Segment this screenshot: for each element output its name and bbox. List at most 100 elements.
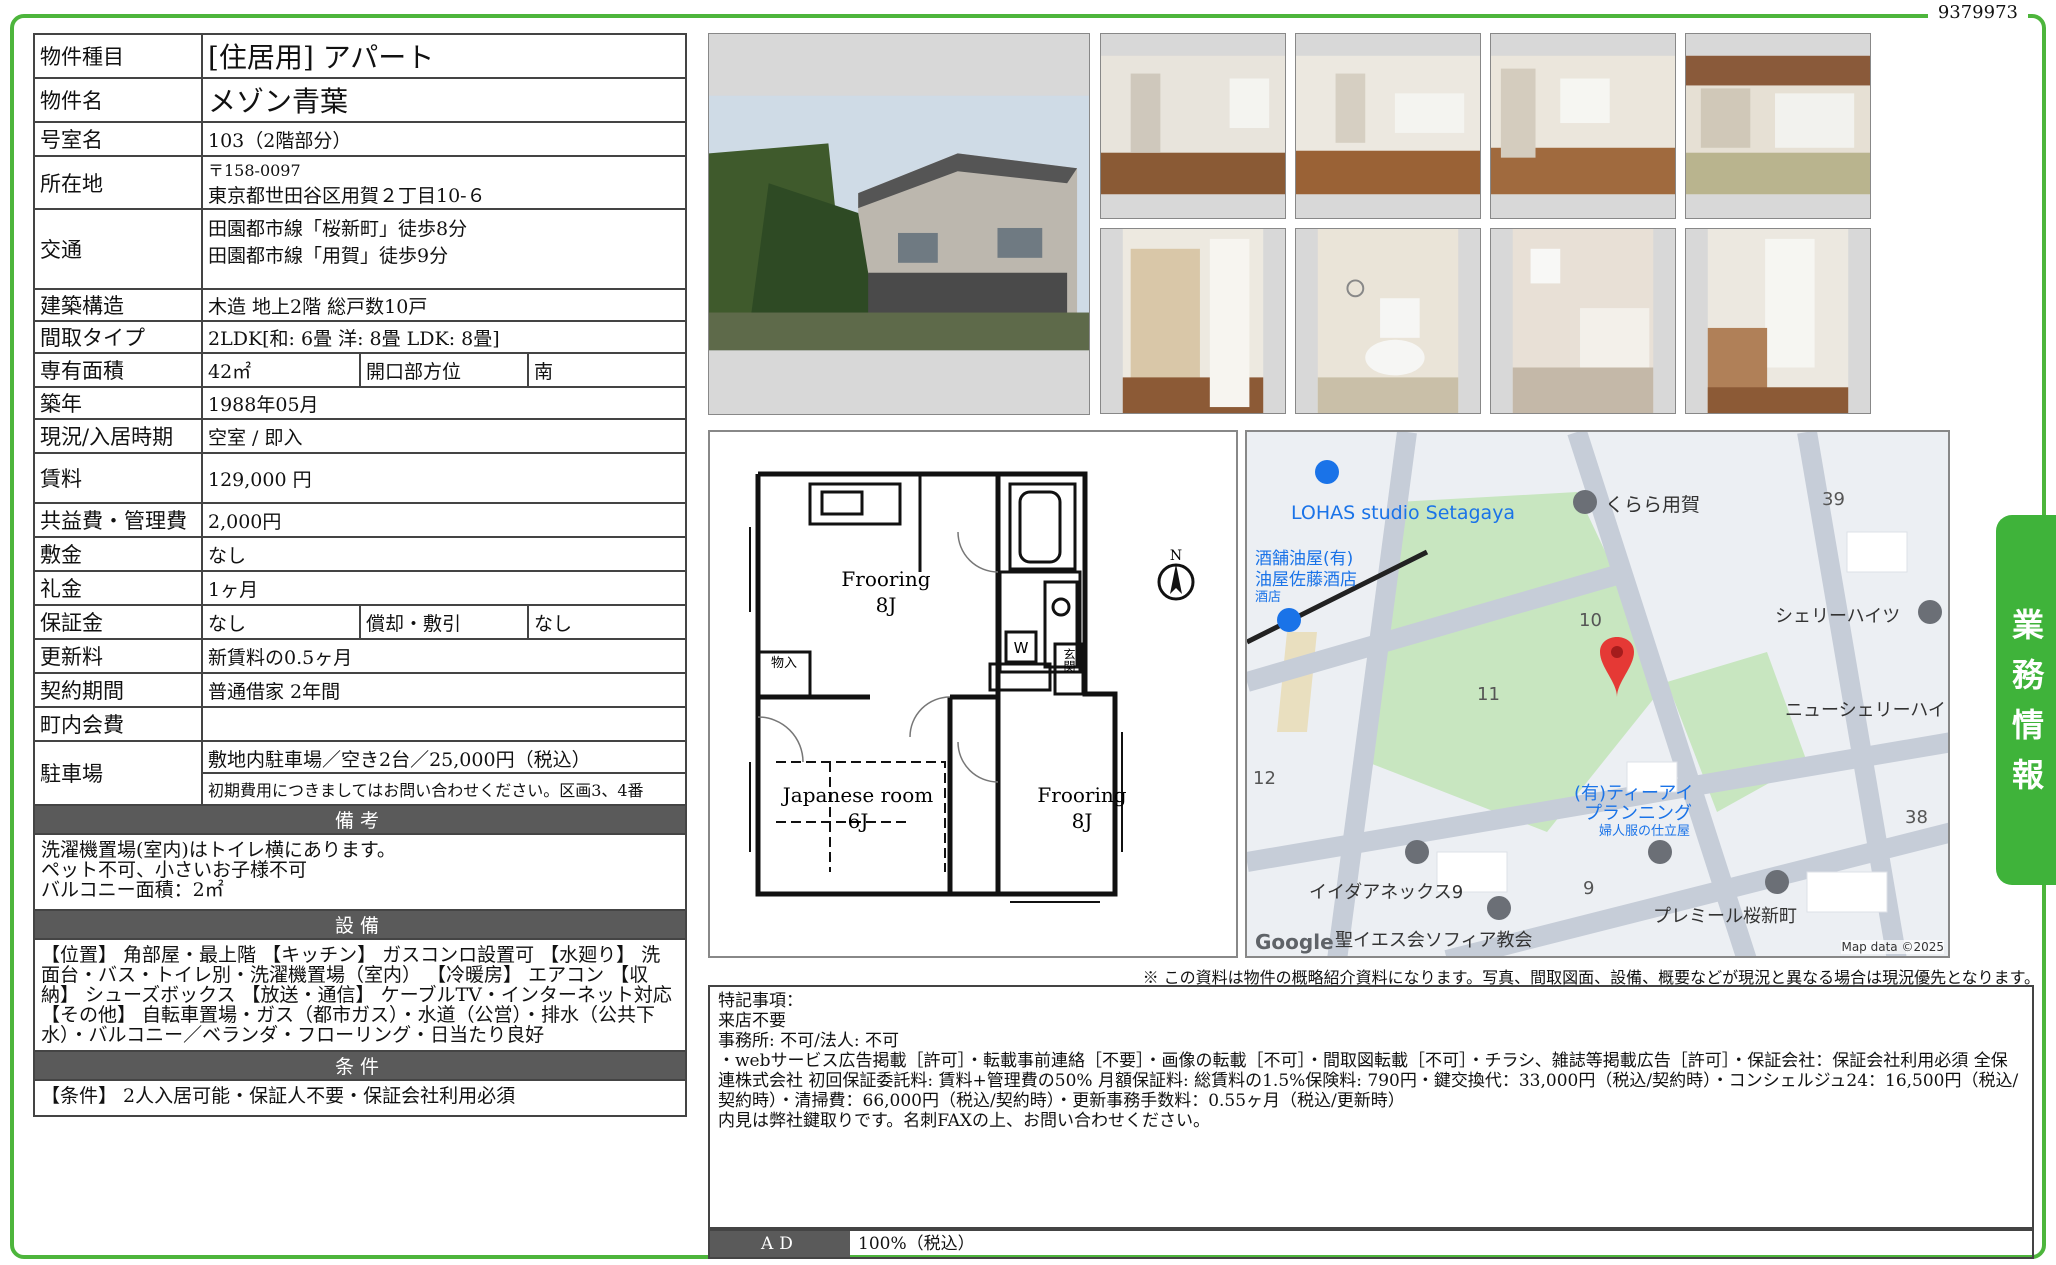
remarks-header: 備考 xyxy=(33,804,687,835)
room1-size: 8J xyxy=(876,593,897,617)
toilet-photo[interactable] xyxy=(1295,228,1481,414)
fee-value: 2,000円 xyxy=(201,502,687,538)
address-value: 東京都世田谷区用賀２丁目10-６ xyxy=(208,185,486,207)
side-tab-business-info[interactable]: 業務情報 xyxy=(1996,515,2056,885)
deposit-value: なし xyxy=(201,536,687,572)
community-fee-value xyxy=(201,706,687,742)
interior-photo-1[interactable] xyxy=(1100,33,1286,219)
map-attribution: Map data ©2025 xyxy=(1841,940,1944,954)
interior-photo-2[interactable] xyxy=(1295,33,1481,219)
map-label-iida: イイダアネックス9 xyxy=(1309,882,1464,903)
ad-row: AD 100%（税込） xyxy=(708,1229,2034,1259)
interior-photo-1-image xyxy=(1101,34,1285,218)
storage-label: 物入 xyxy=(771,656,797,671)
built-label: 築年 xyxy=(33,386,203,420)
special-notes: 特記事項： 来店不要 事務所: 不可/法人: 不可 ・webサービス広告掲載［許… xyxy=(708,985,2034,1229)
exterior-photo[interactable] xyxy=(708,33,1090,415)
address-label: 所在地 xyxy=(33,155,203,210)
fee-label: 共益費・管理費 xyxy=(33,502,203,538)
structure-value: 木造 地上2階 総戸数10戸 xyxy=(201,288,687,322)
status-value: 空室 / 即入 xyxy=(201,418,687,454)
room3-label: Frooring xyxy=(1037,783,1126,807)
map-label-lohas: LOHAS studio Setagaya xyxy=(1291,502,1516,524)
interior-photo-5-image xyxy=(1101,229,1285,413)
type-label: 物件種目 xyxy=(33,33,203,79)
map-label-38: 38 xyxy=(1905,807,1928,828)
layout-label: 間取タイプ xyxy=(33,320,203,354)
interior-photo-3[interactable] xyxy=(1490,33,1676,219)
key-money-value: 1ヶ月 xyxy=(201,570,687,606)
map-label-9: 9 xyxy=(1583,878,1595,899)
guarantee-value: なし xyxy=(201,604,361,640)
area-label: 専有面積 xyxy=(33,352,203,388)
transport-label: 交通 xyxy=(33,208,203,290)
map-label-premier: プレミール桜新町 xyxy=(1653,906,1797,927)
bathroom-photo[interactable] xyxy=(1490,228,1676,414)
room-label: 号室名 xyxy=(33,121,203,157)
location-map[interactable]: LOHAS studio Setagaya くらら用賀 39 酒舗油屋(有) 油… xyxy=(1245,430,1950,958)
floor-plan[interactable]: N Frooring 8J Japanese room 6J Frooring … xyxy=(708,430,1238,958)
floor-plan-drawing: N Frooring 8J Japanese room 6J Frooring … xyxy=(749,471,1195,903)
parking-cell: 敷地内駐車場／空き2台／25,000円（税込） 初期費用につきましてはお問い合わせ… xyxy=(201,740,687,806)
special-line-4: ・webサービス広告掲載［許可］・転載事前連絡［不要］・画像の転載［不可］・間取… xyxy=(718,1051,2019,1111)
parking-line-1: 敷地内駐車場／空き2台／25,000円（税込） xyxy=(204,743,684,774)
renewal-label: 更新料 xyxy=(33,638,203,674)
orientation-label: 開口部方位 xyxy=(359,352,529,388)
deposit-label: 敷金 xyxy=(33,536,203,572)
washer-label: W xyxy=(1014,639,1029,657)
orientation-value: 南 xyxy=(527,352,687,388)
rent-label: 賃料 xyxy=(33,452,203,504)
remarks-text: 洗濯機置場(室内)はトイレ横にあります。 ペット不可、小さいお子様不可 バルコニ… xyxy=(33,833,687,911)
entrance-photo-image xyxy=(1686,229,1870,413)
conditions-text: 【条件】 2人入居可能・保証人不要・保証会社利用必須 xyxy=(33,1079,687,1117)
map-label-church: 聖イエス会ソフィア教会 xyxy=(1335,930,1533,951)
equipment-header: 設備 xyxy=(33,909,687,940)
rent-value: 129,000 円 xyxy=(201,452,687,504)
bathroom-photo-image xyxy=(1491,229,1675,413)
google-logo: Google xyxy=(1255,930,1334,954)
room1-label: Frooring xyxy=(841,567,930,591)
interior-photo-4-image xyxy=(1686,34,1870,218)
conditions-header: 条件 xyxy=(33,1050,687,1081)
parking-label: 駐車場 xyxy=(33,740,203,806)
ad-label: AD xyxy=(710,1231,850,1257)
structure-label: 建築構造 xyxy=(33,288,203,322)
entrance-label: 玄関 xyxy=(1062,647,1076,672)
amortization-value: なし xyxy=(527,604,687,640)
special-line-1: 特記事項： xyxy=(718,991,803,1011)
map-label-12: 12 xyxy=(1253,768,1276,789)
map-label-10: 10 xyxy=(1579,610,1602,631)
equipment-text: 【位置】 角部屋・最上階 【キッチン】 ガスコンロ設置可 【水廻り】 洗面台・バ… xyxy=(33,938,687,1052)
contract-value: 普通借家 2年間 xyxy=(201,672,687,708)
layout-value: 2LDK[和: 6畳 洋: 8畳 LDK: 8畳] xyxy=(201,320,687,354)
built-value: 1988年05月 xyxy=(201,386,687,420)
transport-line-1: 田園都市線「桜新町」徒歩8分 xyxy=(208,218,468,240)
north-label: N xyxy=(1170,548,1182,564)
name-label: 物件名 xyxy=(33,77,203,123)
exterior-photo-image xyxy=(709,34,1089,414)
special-line-3: 事務所: 不可/法人: 不可 xyxy=(718,1031,899,1051)
contract-label: 契約期間 xyxy=(33,672,203,708)
transport-line-2: 田園都市線「用賀」徒歩9分 xyxy=(208,245,449,267)
entrance-photo[interactable] xyxy=(1685,228,1871,414)
parking-line-2: 初期費用につきましてはお問い合わせください。区画3、4番 xyxy=(208,781,644,800)
status-label: 現況/入居時期 xyxy=(33,418,203,454)
map-label-sherry: シェリーハイツ xyxy=(1775,606,1901,627)
map-label-ti-3: 婦人服の仕立屋 xyxy=(1599,824,1691,839)
special-line-2: 来店不要 xyxy=(718,1011,786,1031)
map-label-sake-3: 酒店 xyxy=(1255,590,1282,605)
interior-photo-5[interactable] xyxy=(1100,228,1286,414)
interior-photo-4[interactable] xyxy=(1685,33,1871,219)
ad-value: 100%（税込） xyxy=(858,1234,975,1254)
amortization-label: 償却・敷引 xyxy=(359,604,529,640)
room2-label: Japanese room xyxy=(781,783,933,807)
map-label-39: 39 xyxy=(1822,489,1845,510)
guarantee-label: 保証金 xyxy=(33,604,203,640)
room3-size: 8J xyxy=(1072,809,1093,833)
transport-cell: 田園都市線「桜新町」徒歩8分 田園都市線「用賀」徒歩9分 xyxy=(201,208,687,290)
toilet-photo-image xyxy=(1296,229,1480,413)
room2-size: 6J xyxy=(848,809,869,833)
property-spec-table: 物件種目 [住居用] アパート 物件名 メゾン青葉 号室名 103（2階部分） 所在地… xyxy=(33,33,687,1117)
map-label-11: 11 xyxy=(1477,684,1500,705)
map-label-kurara: くらら用賀 xyxy=(1605,494,1701,516)
